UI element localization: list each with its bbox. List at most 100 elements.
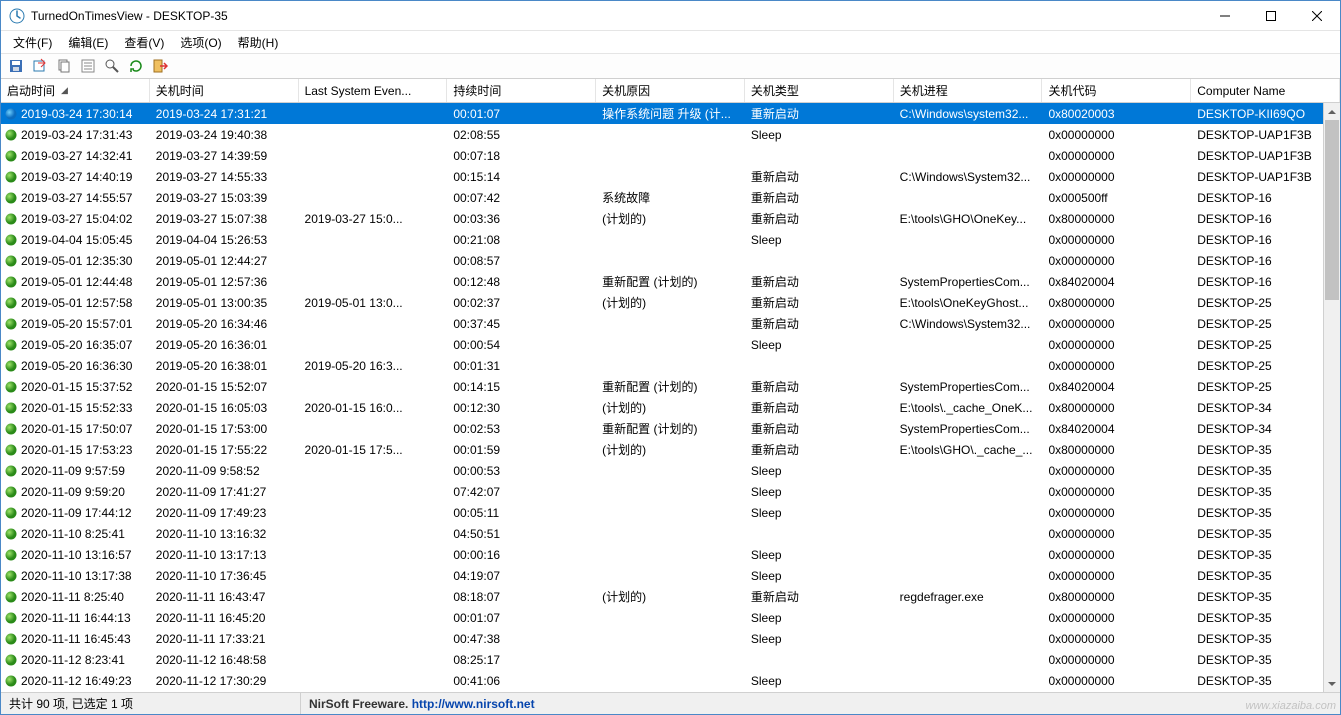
table-row[interactable]: 2020-01-15 17:53:232020-01-15 17:55:2220…	[1, 439, 1340, 460]
table-row[interactable]: 2020-11-10 8:25:412020-11-10 13:16:3204:…	[1, 523, 1340, 544]
table-row[interactable]: 2020-11-09 9:59:202020-11-09 17:41:2707:…	[1, 481, 1340, 502]
table-row[interactable]: 2020-11-12 8:23:412020-11-12 16:48:5808:…	[1, 649, 1340, 670]
clock-icon	[5, 549, 17, 561]
cell-type: 重新启动	[745, 168, 894, 185]
table-row[interactable]: 2020-01-15 17:50:072020-01-15 17:53:0000…	[1, 418, 1340, 439]
cell-shutdown: 2020-11-11 16:43:47	[150, 590, 299, 604]
cell-shutdown: 2020-01-15 15:52:07	[150, 380, 299, 394]
cell-duration: 00:12:30	[447, 401, 596, 415]
table-row[interactable]: 2019-03-27 14:40:192019-03-27 14:55:3300…	[1, 166, 1340, 187]
table-row[interactable]: 2019-05-01 12:35:302019-05-01 12:44:2700…	[1, 250, 1340, 271]
cell-computer: DESKTOP-UAP1F3B	[1191, 149, 1340, 163]
cell-duration: 04:19:07	[447, 569, 596, 583]
list-body[interactable]: 2019-03-24 17:30:142019-03-24 17:31:2100…	[1, 103, 1340, 692]
close-button[interactable]	[1294, 1, 1340, 31]
cell-process: regdefrager.exe	[894, 590, 1043, 604]
table-row[interactable]: 2020-11-11 16:45:432020-11-11 17:33:2100…	[1, 628, 1340, 649]
table-row[interactable]: 2020-11-11 16:44:132020-11-11 16:45:2000…	[1, 607, 1340, 628]
table-row[interactable]: 2020-11-10 13:16:572020-11-10 13:17:1300…	[1, 544, 1340, 565]
cell-shutdown: 2019-04-04 15:26:53	[150, 233, 299, 247]
copy-icon[interactable]	[53, 55, 75, 77]
cell-shutdown: 2019-03-24 17:31:21	[150, 107, 299, 121]
scroll-up-icon[interactable]	[1324, 103, 1340, 120]
clock-icon	[5, 570, 17, 582]
cell-shutdown: 2020-01-15 17:55:22	[150, 443, 299, 457]
table-row[interactable]: 2020-11-11 8:25:402020-11-11 16:43:4708:…	[1, 586, 1340, 607]
minimize-button[interactable]	[1202, 1, 1248, 31]
vertical-scrollbar[interactable]	[1323, 103, 1340, 692]
export-icon[interactable]	[29, 55, 51, 77]
col-last-system-event[interactable]: Last System Even...	[299, 79, 448, 102]
table-row[interactable]: 2019-05-20 16:36:302019-05-20 16:38:0120…	[1, 355, 1340, 376]
refresh-icon[interactable]	[125, 55, 147, 77]
col-computer-name[interactable]: Computer Name	[1191, 79, 1340, 102]
cell-duration: 00:37:45	[447, 317, 596, 331]
col-shutdown-type[interactable]: 关机类型	[745, 79, 894, 102]
col-shutdown-time[interactable]: 关机时间	[150, 79, 299, 102]
table-row[interactable]: 2020-01-15 15:52:332020-01-15 16:05:0320…	[1, 397, 1340, 418]
table-row[interactable]: 2019-03-27 15:04:022019-03-27 15:07:3820…	[1, 208, 1340, 229]
cell-start: 2020-11-12 16:49:23	[21, 674, 132, 688]
table-row[interactable]: 2019-05-01 12:57:582019-05-01 13:00:3520…	[1, 292, 1340, 313]
cell-type: Sleep	[745, 128, 894, 142]
scroll-down-icon[interactable]	[1324, 675, 1340, 692]
cell-start: 2020-11-10 8:25:41	[21, 527, 125, 541]
scrollbar-thumb[interactable]	[1325, 120, 1339, 300]
col-shutdown-reason[interactable]: 关机原因	[596, 79, 745, 102]
col-startup-time[interactable]: 启动时间◢	[1, 79, 150, 102]
table-row[interactable]: 2019-03-24 17:30:142019-03-24 17:31:2100…	[1, 103, 1340, 124]
cell-shutdown: 2020-11-12 16:48:58	[150, 653, 299, 667]
table-row[interactable]: 2019-03-27 14:55:572019-03-27 15:03:3900…	[1, 187, 1340, 208]
table-row[interactable]: 2020-11-09 9:57:592020-11-09 9:58:5200:0…	[1, 460, 1340, 481]
cell-start: 2019-05-01 12:57:58	[21, 296, 132, 310]
cell-type: Sleep	[745, 464, 894, 478]
cell-code: 0x000500ff	[1042, 191, 1191, 205]
table-row[interactable]: 2020-11-09 17:44:122020-11-09 17:49:2300…	[1, 502, 1340, 523]
cell-code: 0x80000000	[1042, 296, 1191, 310]
cell-duration: 00:05:11	[447, 506, 596, 520]
cell-computer: DESKTOP-KII69QO	[1191, 107, 1340, 121]
clock-icon	[5, 591, 17, 603]
cell-process: SystemPropertiesCom...	[894, 422, 1043, 436]
menu-options[interactable]: 选项(O)	[172, 32, 229, 53]
cell-code: 0x00000000	[1042, 317, 1191, 331]
col-duration[interactable]: 持续时间	[447, 79, 596, 102]
cell-start: 2019-05-20 16:35:07	[21, 338, 132, 352]
col-shutdown-code[interactable]: 关机代码	[1042, 79, 1191, 102]
table-row[interactable]: 2019-05-01 12:44:482019-05-01 12:57:3600…	[1, 271, 1340, 292]
nirsoft-link[interactable]: http://www.nirsoft.net	[412, 697, 535, 711]
maximize-button[interactable]	[1248, 1, 1294, 31]
menu-view[interactable]: 查看(V)	[116, 32, 172, 53]
cell-type: Sleep	[745, 548, 894, 562]
cell-start: 2020-11-09 9:57:59	[21, 464, 125, 478]
table-row[interactable]: 2019-05-20 16:35:072019-05-20 16:36:0100…	[1, 334, 1340, 355]
cell-computer: DESKTOP-25	[1191, 359, 1340, 373]
menu-file[interactable]: 文件(F)	[5, 32, 60, 53]
clock-icon	[5, 213, 17, 225]
cell-type: Sleep	[745, 338, 894, 352]
table-row[interactable]: 2019-03-24 17:31:432019-03-24 19:40:3802…	[1, 124, 1340, 145]
menu-help[interactable]: 帮助(H)	[230, 32, 287, 53]
cell-process: C:\Windows\system32...	[894, 107, 1043, 121]
table-row[interactable]: 2019-03-27 14:32:412019-03-27 14:39:5900…	[1, 145, 1340, 166]
cell-duration: 08:25:17	[447, 653, 596, 667]
exit-icon[interactable]	[149, 55, 171, 77]
table-row[interactable]: 2020-01-15 15:37:522020-01-15 15:52:0700…	[1, 376, 1340, 397]
cell-computer: DESKTOP-35	[1191, 590, 1340, 604]
cell-code: 0x00000000	[1042, 674, 1191, 688]
cell-computer: DESKTOP-35	[1191, 674, 1340, 688]
table-row[interactable]: 2019-05-20 15:57:012019-05-20 16:34:4600…	[1, 313, 1340, 334]
table-row[interactable]: 2020-11-10 13:17:382020-11-10 17:36:4504…	[1, 565, 1340, 586]
find-icon[interactable]	[101, 55, 123, 77]
cell-type: Sleep	[745, 632, 894, 646]
col-shutdown-process[interactable]: 关机进程	[894, 79, 1043, 102]
table-row[interactable]: 2020-11-12 16:49:232020-11-12 17:30:2900…	[1, 670, 1340, 691]
menu-edit[interactable]: 编辑(E)	[60, 32, 116, 53]
save-icon[interactable]	[5, 55, 27, 77]
cell-reason: 重新配置 (计划的)	[596, 378, 745, 395]
properties-icon[interactable]	[77, 55, 99, 77]
cell-code: 0x00000000	[1042, 548, 1191, 562]
cell-last-event: 2020-01-15 17:5...	[299, 443, 448, 457]
cell-computer: DESKTOP-35	[1191, 611, 1340, 625]
table-row[interactable]: 2019-04-04 15:05:452019-04-04 15:26:5300…	[1, 229, 1340, 250]
